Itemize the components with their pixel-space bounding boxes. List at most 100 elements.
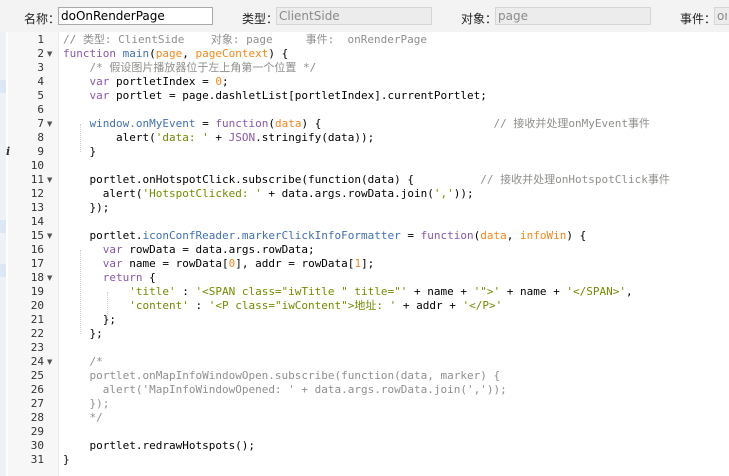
line-number: 10	[30, 159, 44, 172]
line-number: 25	[30, 369, 44, 382]
line-number: 6	[37, 103, 44, 116]
code-line[interactable]: 23	[8, 341, 729, 355]
code-line[interactable]: 3 /* 假设图片播放器位于左上角第一个位置 */	[8, 61, 729, 75]
code-text: /*	[89, 355, 103, 368]
line-number: 11	[30, 173, 44, 186]
code-line[interactable]: 15 ▼ portlet.iconConfReader.markerClickIn…	[8, 229, 729, 243]
line-number: 16	[30, 243, 44, 256]
code-line[interactable]: 27 });	[8, 397, 729, 411]
line-number: 1	[37, 33, 44, 46]
code-line[interactable]: 5 var portlet = page.dashletList[portlet…	[8, 89, 729, 103]
code-line[interactable]: 4 var portletIndex = 0;	[8, 75, 729, 89]
code-text: window.onMyEvent = function(data) { // 接…	[89, 117, 651, 130]
line-number: 18	[30, 271, 44, 284]
code-text: return {	[102, 271, 156, 284]
left-panel-edge	[0, 32, 6, 476]
line-number: 20	[30, 299, 44, 312]
code-line[interactable]: 11 ▼ portlet.onHotspotClick.subscribe(fun…	[8, 173, 729, 187]
code-line[interactable]: 18 ▼ return {	[8, 271, 729, 285]
event-field	[714, 7, 729, 25]
fold-toggle-icon[interactable]: ▼	[47, 229, 52, 243]
fold-toggle-icon[interactable]: ▼	[47, 117, 52, 131]
line-number: 9	[37, 145, 44, 158]
code-line[interactable]: i 9 }	[6, 145, 729, 159]
code-text: }	[63, 145, 97, 158]
code-line[interactable]: 21 };	[8, 313, 729, 327]
line-number: 15	[30, 229, 44, 242]
code-line[interactable]: 16 var rowData = data.args.rowData;	[8, 243, 729, 257]
line-number: 13	[30, 201, 44, 214]
line-number: 26	[30, 383, 44, 396]
code-line[interactable]: 10	[8, 159, 729, 173]
name-label: 名称：	[24, 12, 61, 26]
line-number: 28	[30, 411, 44, 424]
code-line[interactable]: 13 });	[8, 201, 729, 215]
line-number: 22	[30, 327, 44, 340]
code-line[interactable]: 2 ▼ function main(page, pageContext) {	[8, 47, 729, 61]
code-text: portlet.onMapInfoWindowOpen.subscribe(fu…	[89, 369, 501, 382]
fold-toggle-icon[interactable]: ▼	[47, 173, 52, 187]
code-line[interactable]: 24 ▼ /*	[8, 355, 729, 369]
code-text: alert('MapInfoWindowOpened: ' + data.arg…	[102, 383, 507, 396]
code-line[interactable]: 20 'content' : '<P class="iwContent">地址:…	[8, 299, 729, 313]
code-text: function main(page, pageContext) {	[63, 47, 289, 60]
code-text: /* 假设图片播放器位于左上角第一个位置 */	[89, 61, 317, 74]
code-line[interactable]: 30 portlet.redrawHotspots();	[8, 439, 729, 453]
code-line[interactable]: 26 alert('MapInfoWindowOpened: ' + data.…	[8, 383, 729, 397]
code-line[interactable]: 25 portlet.onMapInfoWindowOpen.subscribe…	[8, 369, 729, 383]
code-line[interactable]: 6	[8, 103, 729, 117]
left-panel-mark	[0, 80, 6, 93]
code-text: var name = rowData[0], addr = rowData[1]…	[102, 257, 375, 270]
code-text: }	[63, 453, 70, 466]
info-icon[interactable]: i	[6, 145, 10, 159]
code-text: // 类型: ClientSide 对象: page 事件: onRenderP…	[63, 33, 428, 46]
fold-toggle-icon[interactable]: ▼	[47, 271, 52, 285]
line-number: 29	[30, 425, 44, 438]
code-line[interactable]: 19 'title' : '<SPAN class="iwTitle " tit…	[8, 285, 729, 299]
code-text: portlet.onHotspotClick.subscribe(functio…	[63, 173, 670, 186]
object-label: 对象：	[461, 12, 498, 26]
code-line[interactable]: 29	[8, 425, 729, 439]
code-text: };	[63, 327, 103, 340]
code-text: });	[89, 397, 110, 410]
code-line[interactable]: 28 */	[8, 411, 729, 425]
line-number: 5	[37, 89, 44, 102]
code-line[interactable]: 12 alert('HotspotClicked: ' + data.args.…	[8, 187, 729, 201]
line-number: 8	[37, 131, 44, 144]
line-number: 17	[30, 257, 44, 270]
code-line[interactable]: 7 ▼ window.onMyEvent = function(data) { /…	[8, 117, 729, 131]
line-number: 30	[30, 439, 44, 452]
line-number: 14	[30, 215, 44, 228]
line-number: 3	[37, 61, 44, 74]
code-text: */	[89, 411, 103, 424]
code-line[interactable]: 31}	[8, 453, 729, 467]
line-number: 2	[37, 47, 44, 60]
code-text: alert('HotspotClicked: ' + data.args.row…	[63, 187, 474, 200]
code-text: var portletIndex = 0;	[89, 75, 229, 88]
line-number: 21	[30, 313, 44, 326]
code-text: 'title' : '<SPAN class="iwTitle " title=…	[129, 285, 633, 298]
name-input[interactable]	[58, 7, 213, 25]
code-text: });	[63, 201, 110, 214]
code-line[interactable]: 14	[8, 215, 729, 229]
object-field	[495, 7, 651, 25]
code-line[interactable]: 22 };	[8, 327, 729, 341]
code-text: var portlet = page.dashletList[portletIn…	[89, 89, 487, 102]
fold-toggle-icon[interactable]: ▼	[47, 47, 52, 61]
fold-toggle-icon[interactable]: ▼	[47, 355, 52, 369]
code-text: var rowData = data.args.rowData;	[102, 243, 315, 256]
line-number: 24	[30, 355, 44, 368]
code-editor[interactable]: 1 // 类型: ClientSide 对象: page 事件: onRender…	[6, 32, 729, 476]
code-line[interactable]: 1 // 类型: ClientSide 对象: page 事件: onRender…	[8, 33, 729, 47]
left-panel-mark	[0, 220, 6, 233]
left-panel-mark	[0, 264, 6, 277]
line-number: 19	[30, 285, 44, 298]
line-number: 31	[30, 453, 44, 466]
line-number: 4	[37, 75, 44, 88]
code-line[interactable]: 17 var name = rowData[0], addr = rowData…	[8, 257, 729, 271]
code-line[interactable]: 8 alert('data: ' + JSON.stringify(data))…	[8, 131, 729, 145]
line-number: 23	[30, 341, 44, 354]
code-text: 'content' : '<P class="iwContent">地址: ' …	[129, 299, 503, 312]
line-number: 27	[30, 397, 44, 410]
script-properties-bar: 名称： 类型： 对象： 事件：	[0, 0, 729, 32]
